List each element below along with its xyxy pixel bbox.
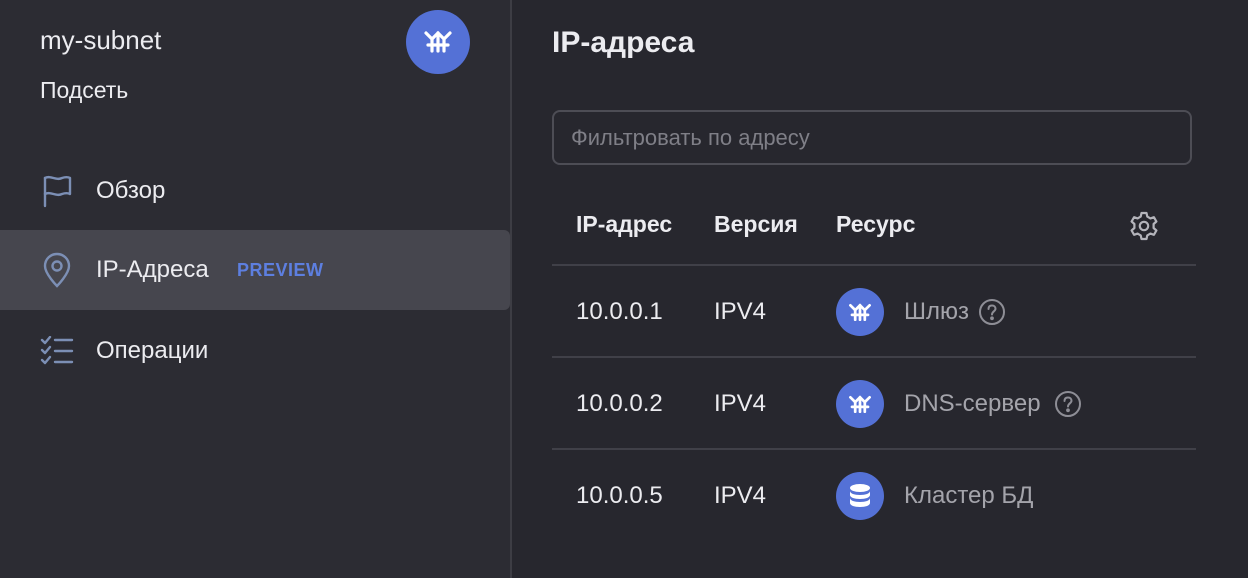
preview-badge: PREVIEW [237,259,324,280]
table-header-divider [552,264,1196,266]
sidebar-item-operations[interactable]: Операции [0,311,510,391]
column-header-ip[interactable]: IP-адрес [576,211,672,238]
resource-name[interactable]: Шлюз [904,298,969,326]
filter-input[interactable] [552,110,1192,165]
database-icon [836,472,884,520]
ip-cell: 10.0.0.2 [576,390,663,417]
sidebar-divider [510,0,512,578]
column-header-version[interactable]: Версия [714,211,798,238]
sidebar-item-ip-addresses[interactable]: IP-Адреса PREVIEW [0,230,510,310]
network-icon [836,288,884,336]
help-icon[interactable] [1054,390,1082,418]
page-title: IP-адреса [552,26,695,59]
flag-icon [40,174,74,208]
resource-name[interactable]: Кластер БД [904,482,1033,510]
row-divider [552,356,1196,358]
version-cell: IPV4 [714,390,767,417]
help-icon[interactable] [978,298,1006,326]
gear-icon[interactable] [1128,210,1160,242]
version-cell: IPV4 [714,298,767,325]
sidebar-item-label: Обзор [96,177,166,204]
version-cell: IPV4 [714,482,767,509]
ip-cell: 10.0.0.5 [576,482,663,509]
subnet-name: my-subnet [40,25,162,55]
network-icon [836,380,884,428]
subnet-type-label: Подсеть [40,77,129,103]
row-divider [552,448,1196,450]
location-pin-icon [40,252,74,288]
sidebar-item-label: IP-Адреса [96,256,209,283]
sidebar: my-subnet Подсеть Обзор IP-Адреса PREVIE… [0,0,510,578]
column-header-resource[interactable]: Ресурс [836,211,915,238]
sidebar-item-label: Операции [96,337,209,364]
network-icon [406,10,470,74]
ip-cell: 10.0.0.1 [576,298,663,325]
resource-name[interactable]: DNS-сервер [904,390,1041,418]
checklist-icon [40,334,74,368]
sidebar-item-overview[interactable]: Обзор [0,151,510,231]
